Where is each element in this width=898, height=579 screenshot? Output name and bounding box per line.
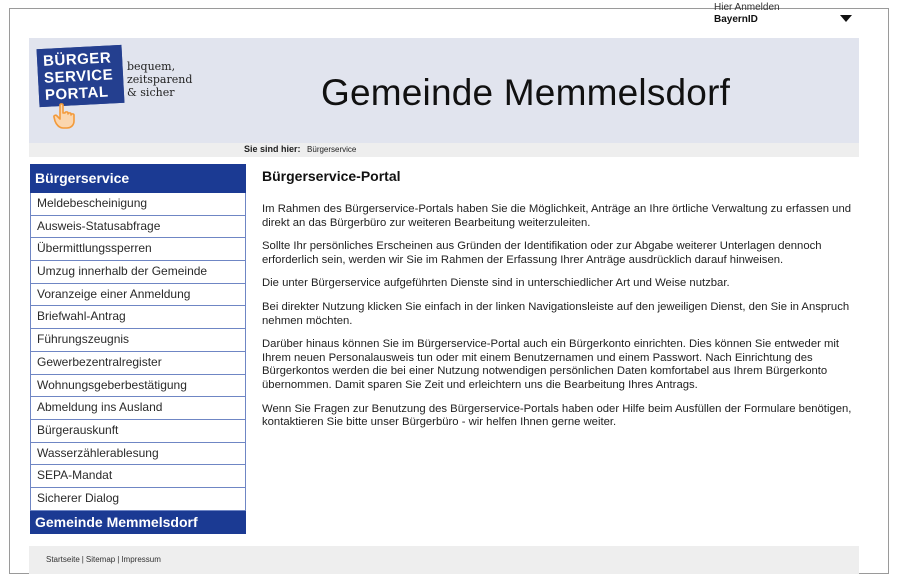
main-content: Bürgerservice-Portal Im Rahmen des Bürge… [262, 168, 852, 440]
tagline-line: & sicher [127, 86, 175, 99]
sidebar-list: Meldebescheinigung Ausweis-Statusabfrage… [30, 193, 246, 511]
breadcrumb-current[interactable]: Bürgerservice [307, 145, 356, 154]
sidebar-item-umzug[interactable]: Umzug innerhalb der Gemeinde [30, 261, 246, 284]
content-paragraph: Sollte Ihr persönliches Erscheinen aus G… [262, 240, 822, 266]
footer-link-impressum[interactable]: Impressum [121, 555, 161, 564]
sidebar-item-briefwahl-antrag[interactable]: Briefwahl-Antrag [30, 306, 246, 330]
sidebar-item-fuehrungszeugnis[interactable]: Führungszeugnis [30, 329, 246, 352]
sidebar-header-gemeinde[interactable]: Gemeinde Memmelsdorf [30, 510, 246, 534]
footer-link-sitemap[interactable]: Sitemap [86, 555, 115, 564]
pointing-hand-icon [53, 103, 75, 129]
triangle-down-icon[interactable] [840, 15, 852, 22]
logo-tagline: bequem, zeitsparend & sicher [127, 60, 192, 99]
footer-separator: | [81, 555, 84, 564]
sidebar-item-meldebescheinigung[interactable]: Meldebescheinigung [30, 193, 246, 216]
content-paragraph: Im Rahmen des Bürgerservice-Portals habe… [262, 203, 852, 229]
logo-badge: BÜRGER SERVICE PORTAL [36, 44, 125, 108]
content-paragraph: Die unter Bürgerservice aufgeführten Die… [262, 277, 730, 290]
content-paragraph: Bei direkter Nutzung klicken Sie einfach… [262, 300, 850, 327]
breadcrumb-bar: Sie sind hier: Bürgerservice [29, 143, 859, 157]
footer-separator: | [117, 555, 120, 564]
sidebar-item-sepa-mandat[interactable]: SEPA-Mandat [30, 465, 246, 488]
sidebar-nav: Bürgerservice Meldebescheinigung Ausweis… [30, 164, 246, 540]
tagline-line: bequem, [127, 60, 176, 73]
footer-link-startseite[interactable]: Startseite [46, 555, 80, 564]
site-header: BÜRGER SERVICE PORTAL bequem, zeitsparen… [29, 38, 859, 143]
sidebar-item-wohnungsgeberbestaetigung[interactable]: Wohnungsgeberbestätigung [30, 374, 246, 398]
sidebar-item-buergerauskunft[interactable]: Bürgerauskunft [30, 419, 246, 443]
content-paragraph: Darüber hinaus können Sie im Bürgerservi… [262, 338, 840, 391]
footer-links: Startseite | Sitemap | Impressum [46, 555, 161, 564]
sidebar-item-voranzeige-anmeldung[interactable]: Voranzeige einer Anmeldung [30, 283, 246, 307]
logo-text-line: PORTAL [44, 83, 109, 104]
login-dropdown[interactable]: Hier Anmelden BayernID [714, 2, 874, 34]
site-title: Gemeinde Memmelsdorf [321, 72, 731, 113]
buergerservice-portal-logo[interactable]: BÜRGER SERVICE PORTAL [36, 44, 128, 129]
sidebar-item-uebermittlungssperren[interactable]: Übermittlungssperren [30, 238, 246, 262]
site-footer: Startseite | Sitemap | Impressum [29, 546, 859, 574]
sidebar-item-sicherer-dialog[interactable]: Sicherer Dialog [30, 487, 246, 511]
tagline-line: zeitsparend [127, 73, 193, 86]
sidebar-item-wasserzaehlerablesung[interactable]: Wasserzählerablesung [30, 442, 246, 466]
sidebar-header-buergerservice[interactable]: Bürgerservice [30, 164, 246, 193]
login-provider: BayernID [714, 14, 758, 25]
sidebar-item-ausweis-statusabfrage[interactable]: Ausweis-Statusabfrage [30, 215, 246, 239]
sidebar-item-abmeldung-ausland[interactable]: Abmeldung ins Ausland [30, 397, 246, 420]
sidebar-item-gewerbezentralregister[interactable]: Gewerbezentralregister [30, 351, 246, 375]
login-label: Hier Anmelden [714, 2, 780, 13]
page-title: Bürgerservice-Portal [262, 168, 401, 184]
content-paragraph: Wenn Sie Fragen zur Benutzung des Bürger… [262, 402, 852, 429]
breadcrumb: Sie sind hier: Bürgerservice [244, 144, 356, 154]
breadcrumb-label: Sie sind hier: [244, 144, 301, 154]
